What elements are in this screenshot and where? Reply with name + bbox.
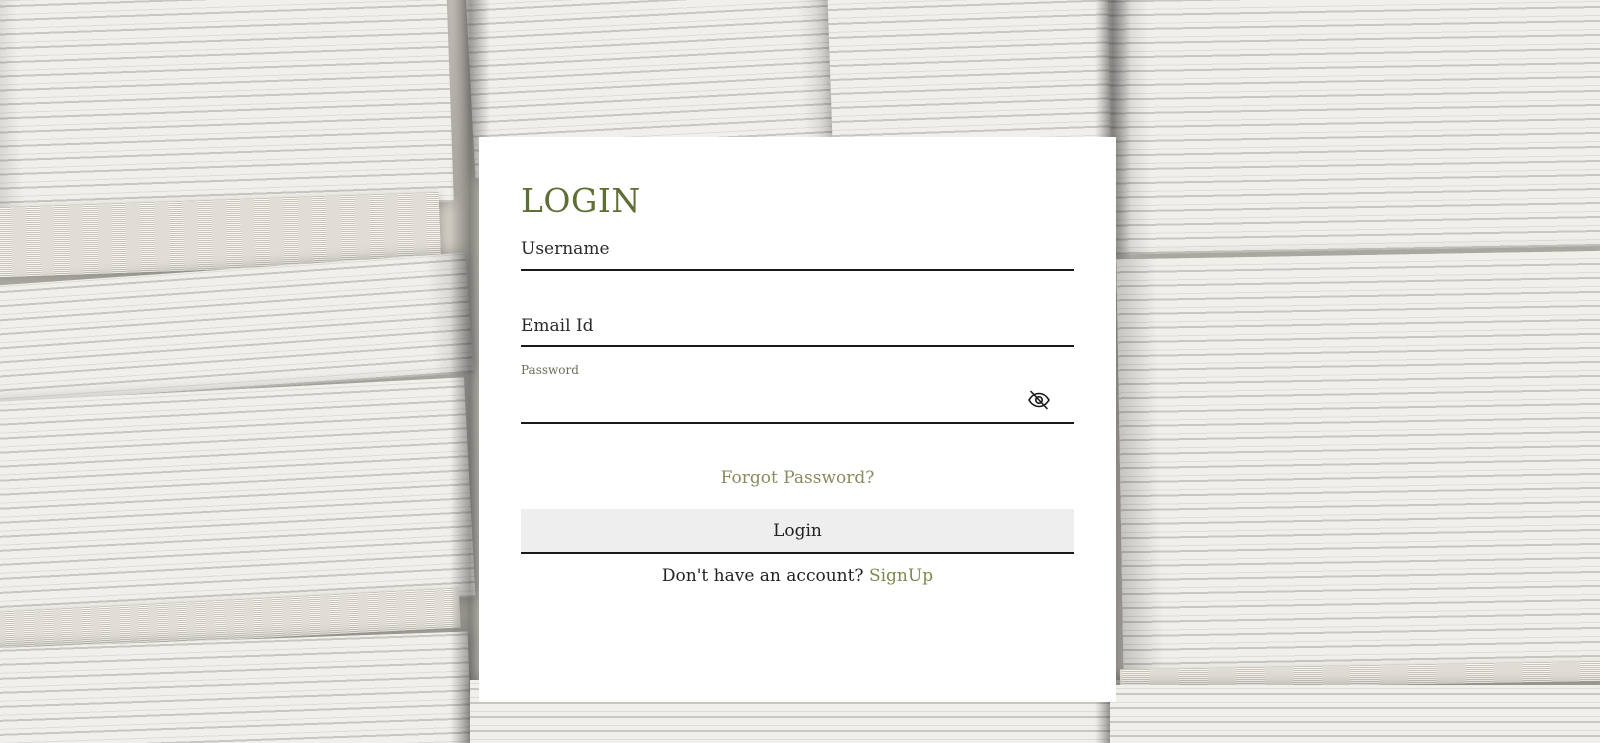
username-input[interactable]	[521, 227, 1074, 269]
book-page	[1107, 0, 1600, 255]
book-page	[0, 377, 476, 623]
eye-slash-icon[interactable]	[1026, 389, 1052, 411]
book-page	[1116, 250, 1600, 680]
book-page	[1110, 685, 1600, 743]
username-field-container	[521, 227, 1074, 271]
email-input[interactable]	[521, 303, 1074, 345]
forgot-password-link[interactable]: Forgot Password?	[521, 467, 1074, 489]
login-title: LOGIN	[521, 181, 641, 220]
email-field-container	[521, 303, 1074, 347]
book-page	[0, 0, 454, 219]
book-page	[0, 631, 473, 743]
password-input[interactable]	[521, 386, 1001, 420]
no-account-text: Don't have an account?	[661, 566, 864, 586]
login-card: LOGIN Password Forgot Password? Login Do…	[479, 137, 1116, 702]
signup-link[interactable]: SignUp	[869, 566, 933, 586]
password-field-container: Password	[521, 363, 1074, 424]
password-label: Password	[521, 363, 579, 377]
signup-prompt: Don't have an account? SignUp	[521, 564, 1074, 588]
login-button[interactable]: Login	[521, 509, 1074, 554]
